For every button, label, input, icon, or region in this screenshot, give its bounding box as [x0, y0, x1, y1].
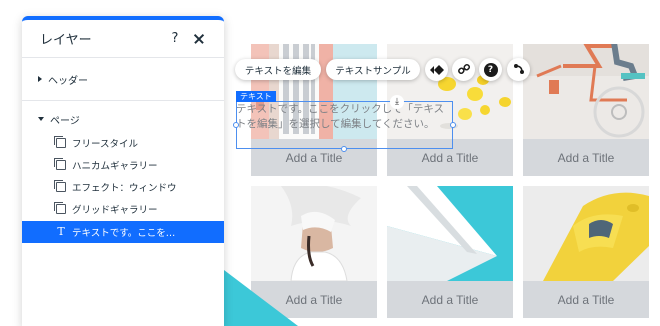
connect-icon — [513, 60, 525, 79]
section-label: ページ — [50, 115, 80, 127]
link-button[interactable] — [452, 58, 475, 81]
card-title: Add a Title — [387, 281, 513, 318]
link-icon — [457, 60, 470, 79]
bicycle-photo — [523, 44, 649, 139]
chair-photo — [523, 186, 649, 281]
resize-handle-right[interactable] — [450, 122, 456, 128]
layer-item[interactable]: グリッドギャラリー — [22, 198, 224, 220]
divider — [22, 100, 224, 101]
decorative-shape — [224, 270, 298, 326]
card-title: Add a Title — [523, 139, 649, 176]
layer-item[interactable]: ハニカムギャラリー — [22, 154, 224, 176]
section-page[interactable]: ページ — [22, 108, 224, 130]
architecture-photo — [387, 186, 513, 281]
close-icon[interactable] — [188, 28, 210, 50]
help-icon[interactable]: ? — [164, 31, 186, 46]
stretch-icon[interactable]: ⤓ — [390, 95, 404, 109]
resize-handle-bottom[interactable] — [341, 146, 347, 152]
layer-item-label: フリースタイル — [72, 139, 139, 150]
layer-item[interactable]: エフェクト：ウィンドウ — [22, 176, 224, 198]
section-label: ヘッダー — [48, 75, 88, 87]
layer-item-selected[interactable]: T テキストです。ここを… — [22, 221, 224, 243]
gallery-icon — [54, 158, 66, 170]
gallery-card[interactable]: Add a Title — [387, 186, 513, 318]
gallery-card[interactable]: Add a Title — [523, 186, 649, 318]
chevron-right-icon — [38, 76, 42, 82]
animation-button[interactable] — [425, 58, 448, 81]
editor-canvas: Add a Title Add a Title Add a Title Add … — [0, 0, 660, 326]
edit-text-button[interactable]: テキストを編集 — [235, 59, 321, 80]
help-icon: ? — [483, 62, 498, 77]
section-header[interactable]: ヘッダー — [22, 68, 224, 90]
panel-title: レイヤー — [40, 33, 92, 48]
card-title: Add a Title — [523, 281, 649, 318]
layer-item-label: グリッドギャラリー — [72, 205, 158, 216]
gallery-icon — [54, 136, 66, 148]
resize-handle-left[interactable] — [233, 122, 239, 128]
gallery-card[interactable]: Add a Title — [523, 44, 649, 176]
gallery-icon — [54, 202, 66, 214]
layer-item-label: テキストです。ここを… — [72, 228, 176, 239]
connect-button[interactable] — [507, 58, 530, 81]
text-element[interactable]: テキストです。ここをクリックして「テキストを編集」を選択して編集してください。 — [236, 102, 450, 132]
animation-icon — [429, 60, 444, 79]
help-button[interactable]: ? — [479, 58, 502, 81]
layers-panel: レイヤー ? ヘッダー ページ フリースタイル ハニカムギャラリー エフェクト：… — [22, 16, 224, 326]
gallery-icon — [54, 180, 66, 192]
layer-item-label: ハニカムギャラリー — [72, 161, 158, 172]
chevron-down-icon — [38, 117, 44, 121]
text-sample-button[interactable]: テキストサンプル — [326, 59, 420, 80]
layer-item-label: エフェクト：ウィンドウ — [72, 183, 177, 194]
panel-header: レイヤー ? — [22, 20, 224, 58]
layer-item[interactable]: フリースタイル — [22, 132, 224, 154]
portrait-photo — [251, 186, 377, 281]
element-type-tag: テキスト — [236, 91, 276, 102]
text-icon: T — [57, 225, 65, 238]
